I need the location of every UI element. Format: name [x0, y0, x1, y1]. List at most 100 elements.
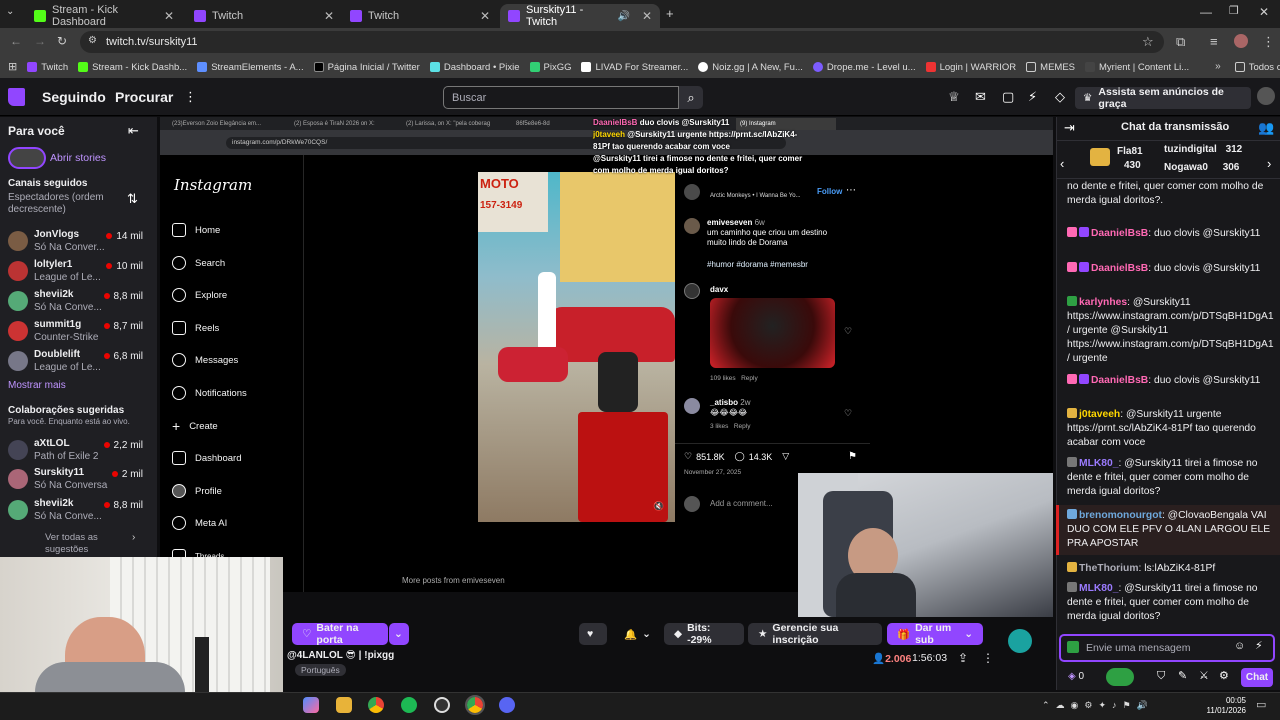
- bookmark-item[interactable]: Dashboard • Pixie: [429, 62, 520, 73]
- close-icon[interactable]: ✕: [480, 9, 490, 23]
- bits-button[interactable]: ◆ Bits: -29%: [664, 622, 744, 646]
- notification-icon[interactable]: ▭: [1256, 700, 1266, 711]
- forward-icon[interactable]: →: [34, 35, 46, 47]
- sword-icon[interactable]: ⚔: [1199, 671, 1209, 682]
- stories-avatars[interactable]: [8, 147, 46, 169]
- whispers-icon[interactable]: ▢: [1002, 90, 1014, 103]
- apps-icon[interactable]: ⊞: [8, 61, 17, 73]
- bookmark-item[interactable]: Login | WARRIOR: [925, 62, 1016, 73]
- bookmark-item[interactable]: Twitch: [27, 62, 68, 73]
- all-favorites-folder[interactable]: Todos os favoritos: [1234, 62, 1280, 73]
- collapse-chat-icon[interactable]: ⇥: [1064, 121, 1075, 134]
- site-info-icon[interactable]: ⚙: [88, 36, 97, 46]
- tab-kick-dashboard[interactable]: Stream - Kick Dashboard ✕: [26, 4, 182, 28]
- close-icon[interactable]: ✕: [324, 9, 334, 23]
- bookmark-item[interactable]: Myrient | Content Li...: [1085, 62, 1189, 73]
- more-options-icon[interactable]: ⋮: [982, 651, 994, 665]
- collapse-sidebar-icon[interactable]: ⇤: [128, 124, 139, 137]
- sort-icon[interactable]: ⇅: [127, 192, 138, 205]
- follow-dropdown-button[interactable]: ⌄: [389, 623, 409, 645]
- extension-icon[interactable]: ⚡: [1255, 641, 1263, 652]
- more-options-icon[interactable]: ⋮: [184, 90, 197, 103]
- chat-send-button[interactable]: Chat: [1241, 668, 1273, 687]
- close-window-icon[interactable]: ✕: [1259, 6, 1269, 18]
- emote-icon[interactable]: ☺: [1234, 641, 1245, 652]
- chrome-active-icon[interactable]: [465, 695, 485, 715]
- gear-icon[interactable]: ⚙: [1219, 671, 1229, 682]
- clock[interactable]: 00:05 11/01/2026: [1206, 696, 1246, 716]
- tab-twitch-2[interactable]: Twitch ✕: [342, 4, 498, 28]
- more-bookmarks-icon[interactable]: »: [1215, 62, 1221, 72]
- system-tray-icons[interactable]: ⌃☁◉⚙✦♪⚑🔊: [1042, 700, 1154, 711]
- inbox-icon[interactable]: ✉: [975, 90, 986, 103]
- community-icon[interactable]: 👥: [1258, 121, 1274, 134]
- close-icon[interactable]: ✕: [164, 9, 174, 23]
- bookmark-item[interactable]: Página Inicial / Twitter: [313, 62, 420, 73]
- share-icon[interactable]: ⇪: [958, 651, 968, 665]
- obs-icon[interactable]: [434, 697, 450, 713]
- open-stories-link[interactable]: Abrir stories: [50, 152, 106, 164]
- chevron-right-icon[interactable]: ›: [1267, 157, 1271, 170]
- manage-sub-button[interactable]: ★ Gerencie sua inscrição: [748, 622, 882, 646]
- search-input[interactable]: Buscar: [443, 86, 679, 109]
- bookmark-item[interactable]: Drope.me - Level u...: [812, 62, 916, 73]
- twitch-logo-icon[interactable]: [8, 88, 25, 106]
- suggested-channel[interactable]: aXtLOL Path of Exile 2 2,2 mil: [8, 436, 153, 464]
- discord-icon[interactable]: [499, 697, 515, 713]
- bookmark-item[interactable]: StreamElements - A...: [197, 62, 304, 73]
- prime-loot-icon[interactable]: ♕: [948, 90, 960, 103]
- sidebar-channel[interactable]: Doublelift League of Le... 6,8 mil: [8, 347, 153, 375]
- sidebar-channel[interactable]: JonVlogs Só Na Conver... 14 mil: [8, 227, 153, 255]
- gift-sub-button[interactable]: 🎁 Dar um sub ⌄: [887, 622, 983, 646]
- shield-icon[interactable]: ⛉: [1157, 671, 1165, 682]
- claim-points-button[interactable]: [1106, 668, 1134, 686]
- badge-icon[interactable]: [1067, 641, 1079, 653]
- mute-icon[interactable]: 🔇: [653, 502, 664, 511]
- profile-avatar[interactable]: [1234, 34, 1248, 48]
- sidebar-channel[interactable]: loltyler1 League of Le... 10 mil: [8, 257, 153, 285]
- show-more-link[interactable]: Mostrar mais: [8, 380, 66, 391]
- like-button[interactable]: ♥: [579, 623, 607, 645]
- url-field[interactable]: twitch.tv/surskity11: [80, 31, 1164, 53]
- minimize-icon[interactable]: —: [1200, 6, 1212, 18]
- spotify-icon[interactable]: [401, 697, 417, 713]
- new-tab-icon[interactable]: +: [666, 7, 674, 20]
- tab-search-icon[interactable]: ⌄: [6, 7, 14, 17]
- user-avatar[interactable]: [1257, 87, 1275, 105]
- bookmark-item[interactable]: PixGG: [529, 62, 571, 73]
- back-icon[interactable]: ←: [10, 35, 22, 47]
- bookmark-item[interactable]: LIVAD For Streamer...: [581, 62, 688, 73]
- tab-surskity11[interactable]: Surskity11 - Twitch 🔊 ✕: [500, 4, 660, 28]
- media-icon[interactable]: ≡: [1210, 35, 1218, 48]
- suggested-channel[interactable]: Surskity11 Só Na Conversa 2 mil: [8, 465, 153, 493]
- notifications-button[interactable]: 🔔 ⌄: [614, 623, 658, 645]
- file-explorer-icon[interactable]: [336, 697, 352, 713]
- audio-icon[interactable]: 🔊: [617, 11, 629, 22]
- reload-icon[interactable]: ↻: [57, 35, 67, 47]
- language-tag[interactable]: Português: [295, 664, 346, 676]
- bits-icon[interactable]: ◇: [1055, 90, 1065, 103]
- bookmark-star-icon[interactable]: ☆: [1142, 35, 1154, 48]
- bookmark-folder[interactable]: MEMES: [1026, 62, 1075, 73]
- post-video-image[interactable]: MOTO 157-3149: [478, 172, 675, 522]
- follow-button[interactable]: ♡ Bater na porta: [292, 622, 388, 646]
- search-button[interactable]: ⌕: [679, 86, 703, 109]
- sidebar-channel[interactable]: shevii2k Só Na Conve... 8,8 mil: [8, 287, 153, 315]
- nav-browse[interactable]: Procurar: [115, 89, 173, 105]
- close-icon[interactable]: ✕: [642, 9, 652, 23]
- sidebar-channel[interactable]: summit1g Counter-Strike 8,7 mil: [8, 317, 153, 345]
- copilot-icon[interactable]: [303, 697, 319, 713]
- chrome-icon[interactable]: [368, 697, 384, 713]
- bookmark-item[interactable]: Stream - Kick Dashb...: [78, 62, 187, 73]
- extension-icon[interactable]: ⚡: [1028, 90, 1037, 103]
- tab-twitch-1[interactable]: Twitch ✕: [186, 4, 342, 28]
- chevron-right-icon[interactable]: ›: [132, 533, 135, 543]
- suggested-channel[interactable]: shevii2k Só Na Conve... 8,8 mil: [8, 496, 153, 524]
- menu-icon[interactable]: ⋮: [1262, 35, 1275, 48]
- nav-following[interactable]: Seguindo: [42, 89, 106, 105]
- chevron-left-icon[interactable]: ‹: [1060, 157, 1064, 170]
- maximize-icon[interactable]: ❐: [1229, 6, 1239, 17]
- see-all-suggestions[interactable]: Ver todas as sugestões: [45, 532, 125, 556]
- pen-icon[interactable]: ✎: [1178, 671, 1187, 682]
- bookmark-item[interactable]: Noiz.gg | A New, Fu...: [698, 62, 803, 73]
